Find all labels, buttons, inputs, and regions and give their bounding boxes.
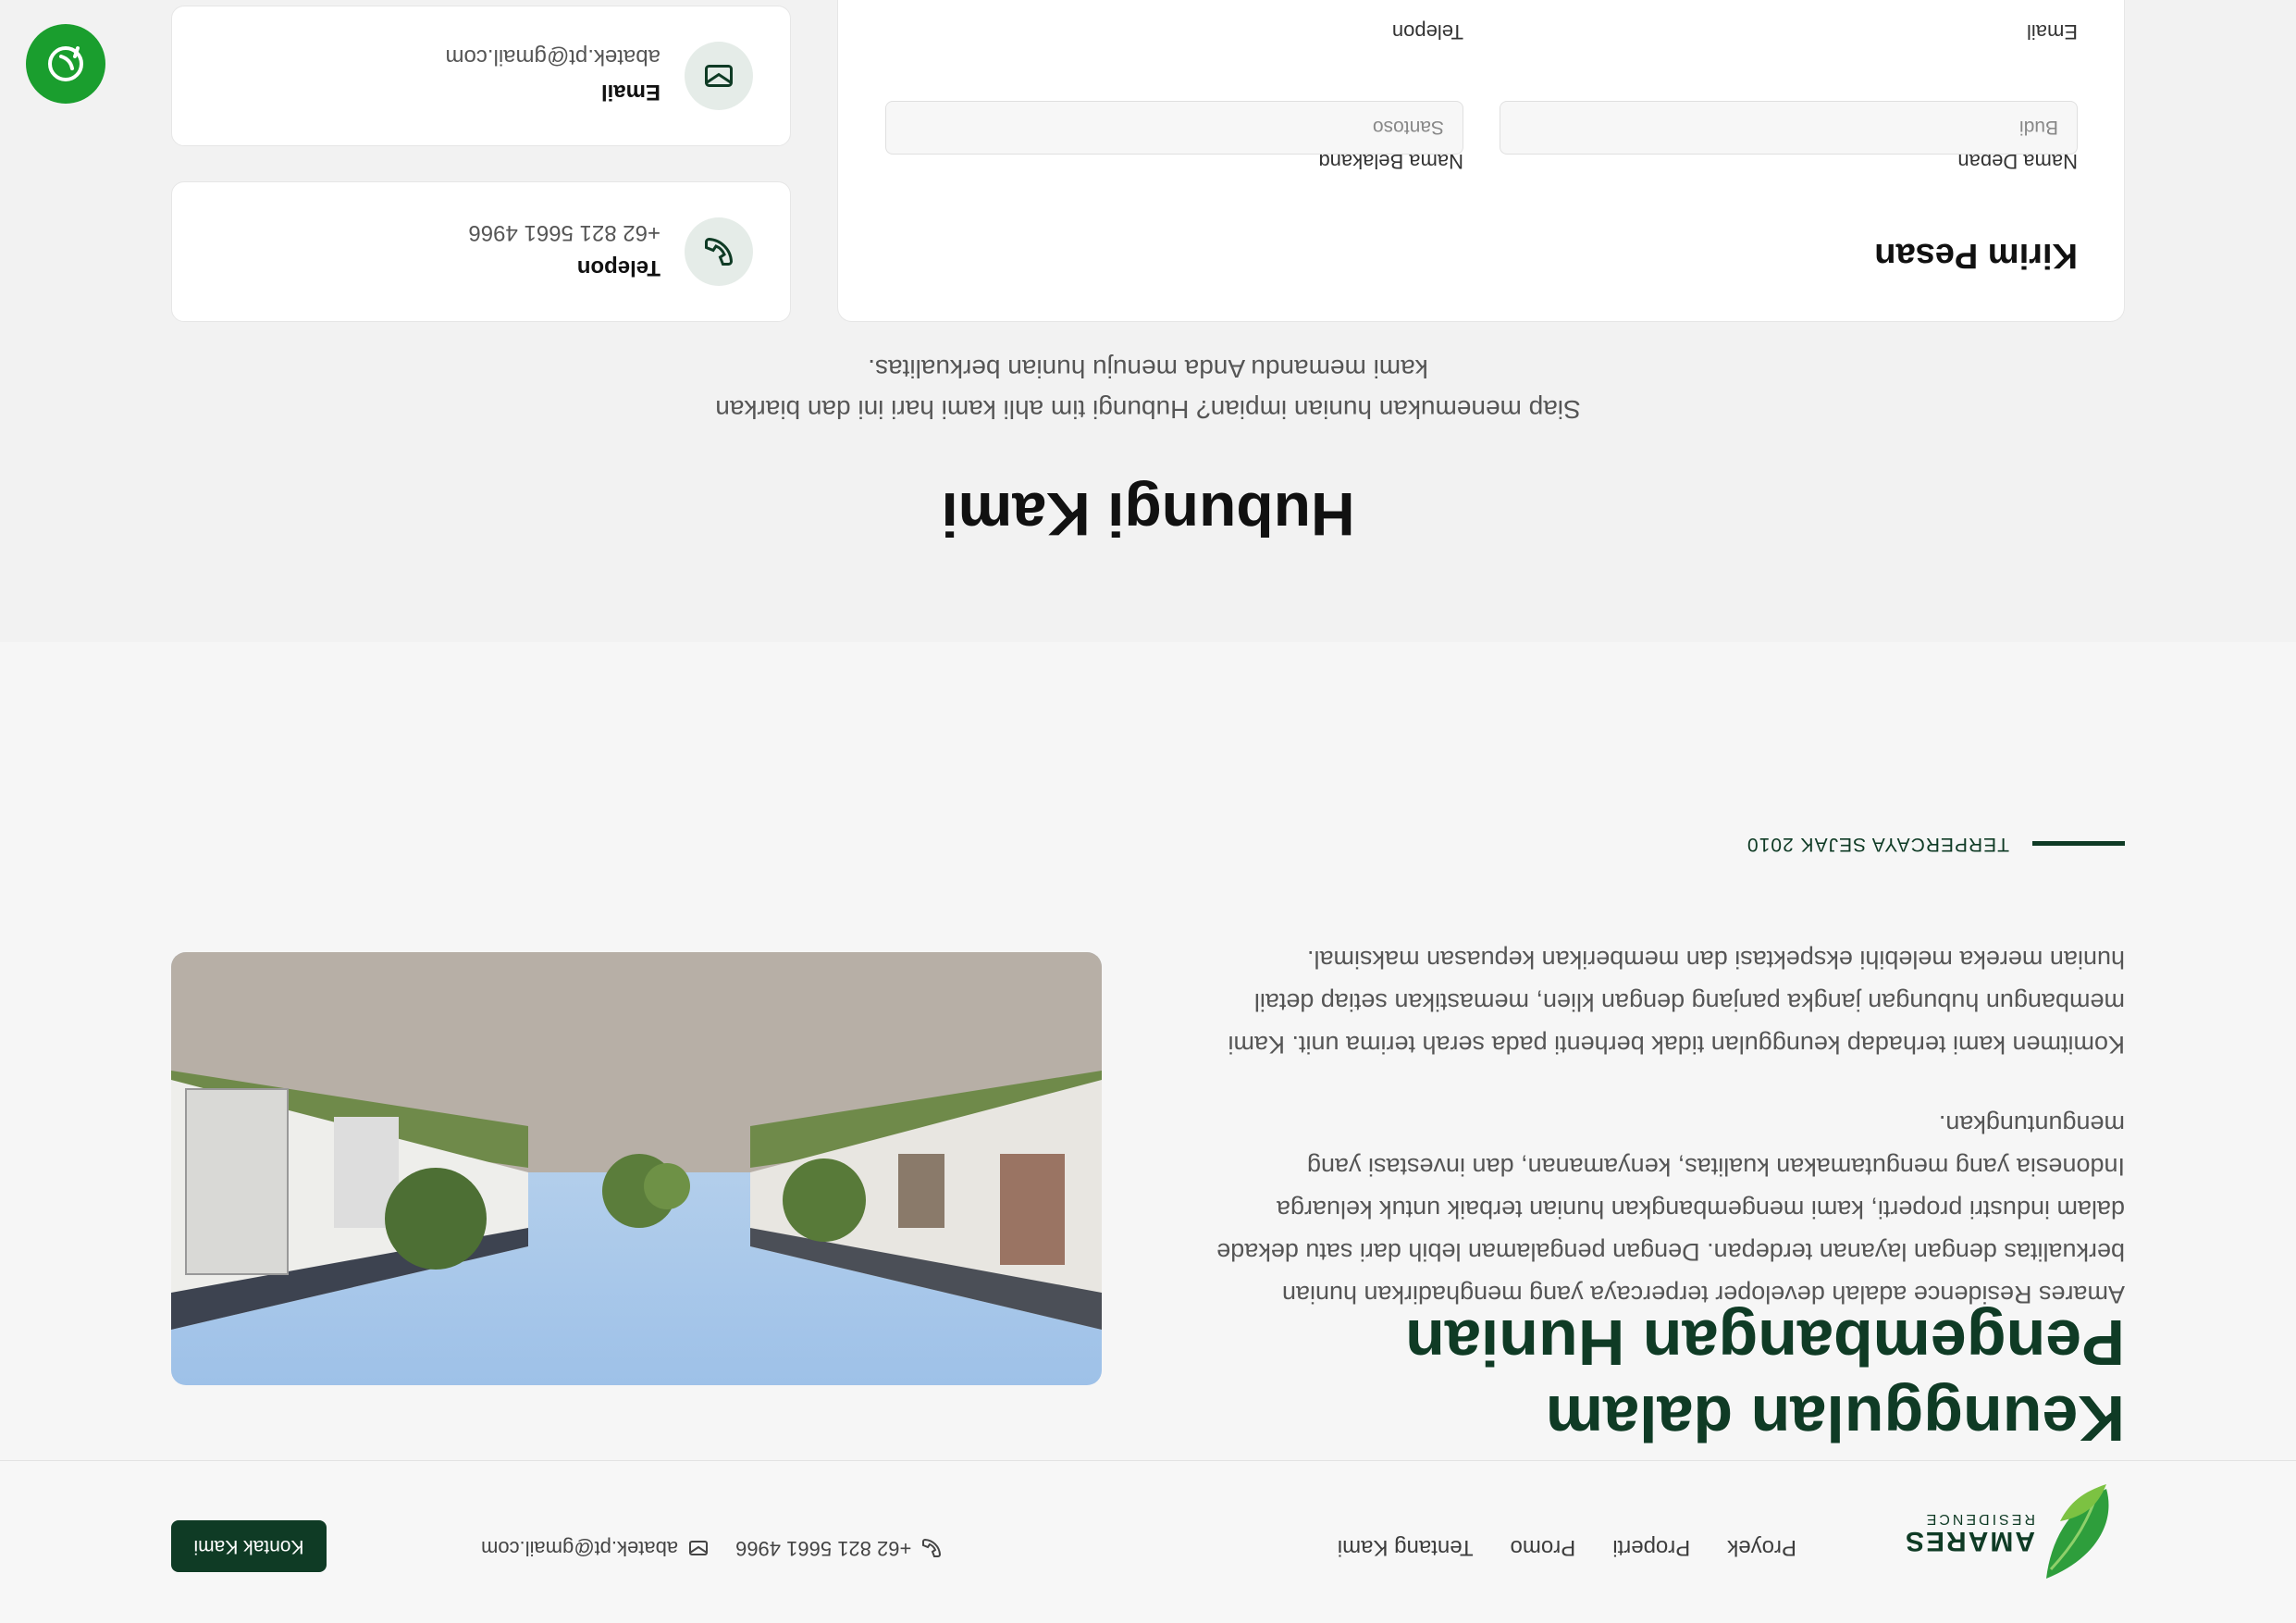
phone-label: Telepon — [1391, 20, 1463, 43]
about-paragraph-1: Amares Residence adalah developer terper… — [1216, 1110, 2125, 1308]
logo-brand: AMARES — [1903, 1526, 2035, 1557]
message-form: Kirim Pesan Nama Depan Budi Nama Belakan… — [837, 0, 2125, 322]
about-heading-line1: Keunggulan dalam — [1545, 1382, 2125, 1455]
email-card-label: Email — [600, 80, 660, 105]
tag-bar — [2032, 841, 2125, 847]
header-email[interactable]: abatek.pt@gmail.com — [481, 1536, 710, 1560]
phone-icon — [922, 1538, 942, 1557]
header-email-text: abatek.pt@gmail.com — [481, 1537, 679, 1560]
about-heading-line2: Pengembangan Hunian — [1405, 1307, 2125, 1379]
whatsapp-icon — [48, 46, 83, 81]
mail-icon — [705, 65, 733, 87]
phone-icon — [705, 237, 734, 266]
header-contact: +62 821 5661 4966 abatek.pt@gmail.com — [481, 1536, 943, 1560]
tag-text: TERPERCAYA SEJAK 2010 — [1746, 834, 2009, 855]
about-heading: Keunggulan dalam Pengembangan Hunian — [1385, 1305, 2125, 1456]
header-phone-text: +62 821 5661 4966 — [735, 1537, 912, 1560]
contact-title: Hubungi Kami — [941, 480, 1355, 549]
main-nav: Proyek Properti Promo Tentang Kami — [1338, 1534, 1796, 1560]
housing-photo — [171, 952, 1102, 1385]
logo[interactable]: AMARES RESIDENCE — [1904, 1480, 2125, 1586]
phone-card-value: +62 821 5661 4966 — [468, 220, 660, 245]
phone-card[interactable]: Telepon +62 821 5661 4966 — [171, 181, 791, 322]
email-label: Email — [2026, 20, 2078, 43]
nav-item-properti[interactable]: Properti — [1612, 1534, 1690, 1560]
email-card-icon — [685, 42, 753, 110]
housing-illustration — [171, 952, 1102, 1385]
mail-icon — [689, 1541, 709, 1555]
email-card-value: abatek.pt@gmail.com — [445, 44, 660, 69]
header-phone[interactable]: +62 821 5661 4966 — [735, 1536, 943, 1560]
email-card[interactable]: Email abatek.pt@gmail.com — [171, 6, 791, 146]
site-header: AMARES RESIDENCE Proyek Properti Promo T… — [0, 1460, 2296, 1623]
about-paragraph-2: Komitmen kami terhadap keunggulan tidak … — [1228, 946, 2125, 1059]
nav-item-tentang-kami[interactable]: Tentang Kami — [1338, 1534, 1474, 1560]
contact-us-button[interactable]: Kontak Kami — [171, 1520, 327, 1572]
nav-item-proyek[interactable]: Proyek — [1727, 1534, 1796, 1560]
phone-card-icon — [685, 217, 753, 286]
established-tag: TERPERCAYA SEJAK 2010 — [1747, 833, 2125, 855]
first-name-input[interactable]: Budi — [1500, 101, 2078, 155]
whatsapp-button[interactable] — [26, 24, 105, 104]
last-name-input[interactable]: Santoso — [885, 101, 1463, 155]
phone-card-label: Telepon — [576, 255, 660, 280]
logo-subtitle: RESIDENCE — [1923, 1511, 2035, 1528]
contact-subtitle: Siap menemukan hunian impian? Hubungi ti… — [715, 354, 1581, 424]
form-title: Kirim Pesan — [1874, 236, 2078, 275]
nav-item-promo[interactable]: Promo — [1511, 1534, 1576, 1560]
